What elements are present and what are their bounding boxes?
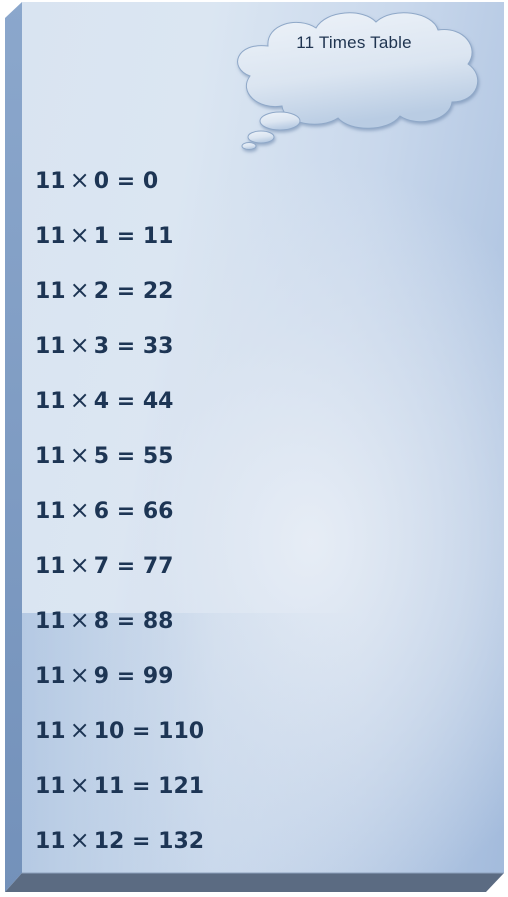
multiplier: 3 [93, 334, 110, 359]
multiplicand: 11 [35, 664, 66, 689]
multiplicand: 11 [35, 169, 66, 194]
product: 110 [158, 719, 205, 744]
equals-symbol: = [116, 389, 136, 414]
product: 66 [142, 499, 174, 524]
equals-symbol: = [116, 334, 136, 359]
multiplier: 9 [93, 664, 110, 689]
product: 121 [158, 774, 205, 799]
multiplier: 10 [93, 719, 125, 744]
table-row: 11 × 12 = 132 [35, 824, 204, 879]
multiplier: 6 [93, 499, 110, 524]
multiplicand: 11 [35, 829, 66, 854]
multiplicand: 11 [35, 719, 66, 744]
table-row: 11 × 8 = 88 [35, 604, 204, 659]
product: 99 [142, 664, 174, 689]
multiplicand: 11 [35, 389, 66, 414]
multiply-symbol: × [69, 826, 90, 854]
equals-symbol: = [116, 499, 136, 524]
table-row: 11 × 1 = 11 [35, 219, 204, 274]
equals-symbol: = [116, 444, 136, 469]
equals-symbol: = [116, 224, 136, 249]
equals-symbol: = [116, 169, 136, 194]
multiplier: 4 [93, 389, 110, 414]
table-row: 11 × 6 = 66 [35, 494, 204, 549]
equals-symbol: = [132, 829, 151, 854]
equals-symbol: = [132, 719, 151, 744]
multiply-symbol: × [69, 441, 90, 469]
table-row: 11 × 2 = 22 [35, 274, 204, 329]
multiplier: 0 [93, 169, 110, 194]
product: 132 [158, 829, 205, 854]
multiplier: 1 [93, 224, 110, 249]
left-bevel [5, 2, 22, 892]
thought-cloud [237, 12, 479, 150]
multiplicand: 11 [35, 334, 66, 359]
product: 77 [142, 554, 174, 579]
product: 33 [142, 334, 174, 359]
product: 88 [142, 609, 174, 634]
equals-symbol: = [132, 774, 151, 799]
equals-symbol: = [116, 554, 136, 579]
multiply-symbol: × [69, 386, 90, 414]
table-row: 11 × 10 = 110 [35, 714, 204, 769]
multiplicand: 11 [35, 444, 66, 469]
multiply-symbol: × [69, 496, 90, 524]
times-table-card: 11 Times Table 11 × 0 = 0 11 × 1 = 11 11 × 2 = 2… [0, 0, 508, 897]
multiply-symbol: × [69, 551, 90, 579]
page-title: 11 Times Table [296, 33, 412, 52]
table-row: 11 × 9 = 99 [35, 659, 204, 714]
multiply-symbol: × [69, 606, 90, 634]
table-row: 11 × 3 = 33 [35, 329, 204, 384]
multiplicand: 11 [35, 609, 66, 634]
product: 44 [142, 389, 174, 414]
equals-symbol: = [116, 664, 136, 689]
multiply-symbol: × [69, 221, 90, 249]
multiplier: 5 [93, 444, 110, 469]
table-row: 11 × 4 = 44 [35, 384, 204, 439]
equals-symbol: = [116, 609, 136, 634]
multiply-symbol: × [69, 716, 90, 744]
multiplicand: 11 [35, 554, 66, 579]
multiplicand: 11 [35, 224, 66, 249]
multiplier: 8 [93, 609, 110, 634]
multiplicand: 11 [35, 774, 66, 799]
table-row: 11 × 11 = 121 [35, 769, 204, 824]
equals-symbol: = [116, 279, 136, 304]
times-table-list: 11 × 0 = 0 11 × 1 = 11 11 × 2 = 22 11 × 3 = 33 11 × 4 … [35, 164, 204, 879]
multiply-symbol: × [69, 331, 90, 359]
product: 11 [142, 224, 174, 249]
multiplier: 2 [93, 279, 110, 304]
multiply-symbol: × [69, 166, 90, 194]
table-row: 11 × 5 = 55 [35, 439, 204, 494]
multiply-symbol: × [69, 771, 90, 799]
product: 0 [142, 169, 159, 194]
multiply-symbol: × [69, 276, 90, 304]
table-row: 11 × 0 = 0 [35, 164, 204, 219]
multiplier: 12 [93, 829, 125, 854]
table-row: 11 × 7 = 77 [35, 549, 204, 604]
multiplicand: 11 [35, 279, 66, 304]
multiply-symbol: × [69, 661, 90, 689]
multiplicand: 11 [35, 499, 66, 524]
product: 22 [142, 279, 174, 304]
multiplier: 11 [93, 774, 125, 799]
product: 55 [142, 444, 174, 469]
multiplier: 7 [93, 554, 110, 579]
